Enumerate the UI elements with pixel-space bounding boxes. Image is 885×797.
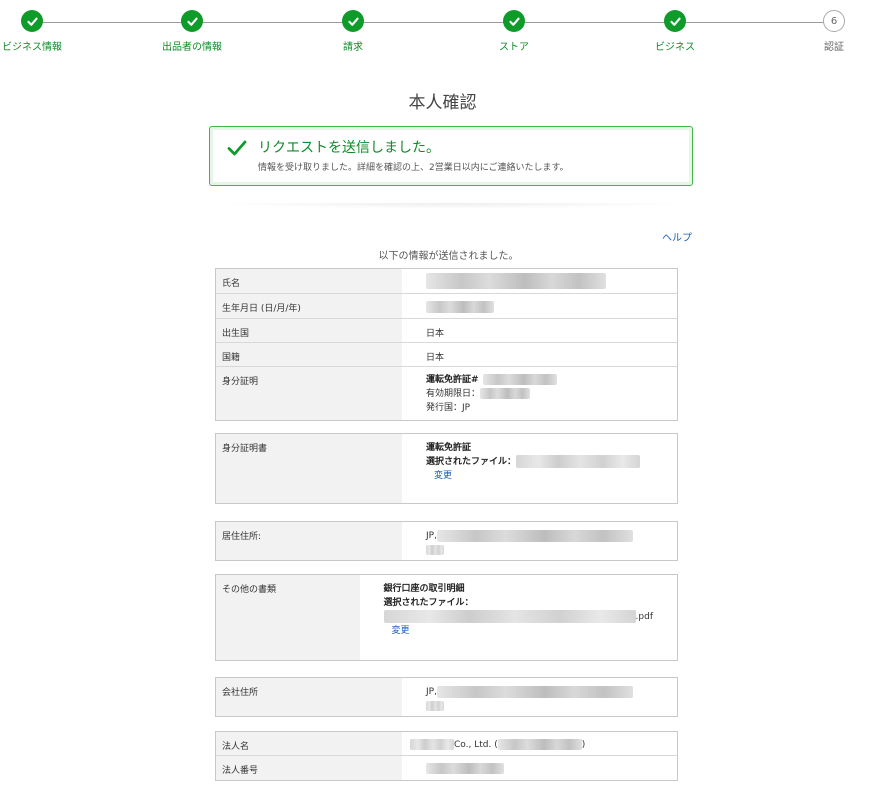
table-row: 身分証明書 運転免許証 選択されたファイル： 変更 bbox=[216, 434, 677, 503]
nationality-label: 国籍 bbox=[216, 343, 402, 366]
id-type-line: 運転免許証# bbox=[426, 375, 479, 385]
redacted-value bbox=[480, 388, 531, 399]
company-info-table: 法人名 Co., Ltd. () 法人番号 bbox=[215, 731, 678, 781]
company-number-label: 法人番号 bbox=[216, 756, 402, 780]
redacted-value bbox=[426, 544, 444, 555]
residence-table: 居住住所: JP, bbox=[215, 521, 678, 561]
step-label: ビジネス bbox=[655, 42, 695, 53]
birth-country-value: 日本 bbox=[426, 329, 445, 339]
country-prefix: JP, bbox=[426, 687, 437, 697]
file-label: 選択されたファイル： bbox=[383, 598, 474, 608]
residence-value: JP, bbox=[402, 522, 677, 560]
dob-label: 生年月日 (日/月/年) bbox=[216, 294, 402, 318]
step-label: 出品者の情報 bbox=[162, 42, 222, 53]
help-link[interactable]: ヘルプ bbox=[662, 229, 692, 244]
success-alert: リクエストを送信しました。 情報を受け取りました。詳細を確認の上、2営業日以内に… bbox=[209, 126, 693, 186]
redacted-value bbox=[410, 739, 454, 750]
company-name-middle: Co., Ltd. ( bbox=[454, 740, 498, 750]
personal-info-table: 氏名 生年月日 (日/月/年) 出生国 日本 国籍 日本 身分証明 運転免許証#… bbox=[215, 268, 678, 421]
id-country-line: 発行国：JP bbox=[426, 403, 471, 413]
id-document-value: 運転免許証 選択されたファイル： 変更 bbox=[402, 434, 677, 503]
change-link[interactable]: 変更 bbox=[392, 626, 410, 636]
other-document-type: 銀行口座の取引明細 bbox=[383, 584, 465, 594]
company-name-value: Co., Ltd. () bbox=[402, 732, 677, 755]
country-prefix: JP, bbox=[426, 531, 437, 541]
table-row: 法人名 Co., Ltd. () bbox=[216, 732, 677, 756]
redacted-value bbox=[436, 529, 633, 542]
file-label: 選択されたファイル： bbox=[426, 457, 517, 467]
redacted-value bbox=[516, 455, 641, 468]
step-verification: 6 認証 bbox=[784, 10, 884, 53]
change-link[interactable]: 変更 bbox=[434, 471, 452, 481]
step-label: 認証 bbox=[824, 42, 844, 53]
dob-value bbox=[402, 294, 677, 318]
section-divider bbox=[209, 203, 693, 209]
table-row: 生年月日 (日/月/年) bbox=[216, 294, 677, 319]
id-document-type: 運転免許証 bbox=[426, 443, 472, 453]
redacted-value bbox=[482, 374, 557, 385]
step-label: 請求 bbox=[343, 42, 363, 53]
redacted-value bbox=[436, 685, 633, 698]
company-name-label: 法人名 bbox=[216, 732, 402, 755]
residence-label: 居住住所: bbox=[216, 522, 402, 560]
id-expiry-line: 有効期限日： bbox=[426, 389, 481, 399]
table-row: 氏名 bbox=[216, 269, 677, 294]
redacted-value bbox=[426, 273, 606, 289]
nationality-value: 日本 bbox=[426, 353, 445, 363]
check-icon bbox=[181, 10, 203, 32]
company-name-suffix: ) bbox=[581, 740, 586, 750]
redacted-value bbox=[383, 610, 636, 623]
id-document-label: 身分証明書 bbox=[216, 434, 402, 503]
step-number: 6 bbox=[823, 10, 845, 32]
step-store[interactable]: ストア bbox=[464, 10, 564, 53]
step-business[interactable]: ビジネス bbox=[625, 10, 725, 53]
page-title: 本人確認 bbox=[408, 93, 477, 113]
birth-country-label: 出生国 bbox=[216, 319, 402, 342]
table-row: 法人番号 bbox=[216, 756, 677, 780]
id-label: 身分証明 bbox=[216, 367, 402, 420]
progress-stepper: ビジネス情報 出品者の情報 請求 ストア ビジネス 6 認証 bbox=[0, 0, 885, 60]
name-value bbox=[402, 269, 677, 293]
table-row: 国籍 日本 bbox=[216, 343, 677, 367]
sent-info-note: 以下の情報が送信されました。 bbox=[378, 251, 519, 262]
check-icon bbox=[21, 10, 43, 32]
table-row: その他の書類 銀行口座の取引明細 選択されたファイル： .pdf 変更 bbox=[216, 575, 677, 660]
check-icon bbox=[342, 10, 364, 32]
redacted-value bbox=[426, 763, 504, 774]
company-address-label: 会社住所 bbox=[216, 678, 402, 716]
check-icon bbox=[664, 10, 686, 32]
company-number-value bbox=[402, 756, 677, 780]
step-label: ストア bbox=[499, 42, 529, 53]
alert-title: リクエストを送信しました。 bbox=[258, 140, 440, 156]
step-label: ビジネス情報 bbox=[2, 42, 62, 53]
id-document-table: 身分証明書 運転免許証 選択されたファイル： 変更 bbox=[215, 433, 678, 504]
redacted-value bbox=[497, 739, 582, 750]
redacted-value bbox=[426, 700, 444, 711]
step-business-info[interactable]: ビジネス情報 bbox=[0, 10, 82, 53]
other-documents-table: その他の書類 銀行口座の取引明細 選択されたファイル： .pdf 変更 bbox=[215, 574, 678, 661]
id-value: 運転免許証# 有効期限日： 発行国：JP bbox=[402, 367, 677, 420]
redacted-value bbox=[426, 301, 494, 313]
table-row: 会社住所 JP, bbox=[216, 678, 677, 716]
step-seller-info[interactable]: 出品者の情報 bbox=[142, 10, 242, 53]
company-address-value: JP, bbox=[402, 678, 677, 716]
table-row: 出生国 日本 bbox=[216, 319, 677, 343]
alert-message: 情報を受け取りました。詳細を確認の上、2営業日以内にご連絡いたします。 bbox=[258, 163, 569, 173]
file-extension: .pdf bbox=[635, 612, 653, 622]
company-address-table: 会社住所 JP, bbox=[215, 677, 678, 717]
check-icon bbox=[503, 10, 525, 32]
check-icon bbox=[227, 140, 247, 156]
step-billing[interactable]: 請求 bbox=[303, 10, 403, 53]
other-documents-label: その他の書類 bbox=[216, 575, 360, 660]
name-label: 氏名 bbox=[216, 269, 402, 293]
other-documents-value: 銀行口座の取引明細 選択されたファイル： .pdf 変更 bbox=[360, 575, 677, 660]
table-row: 居住住所: JP, bbox=[216, 522, 677, 560]
table-row: 身分証明 運転免許証# 有効期限日： 発行国：JP bbox=[216, 367, 677, 420]
